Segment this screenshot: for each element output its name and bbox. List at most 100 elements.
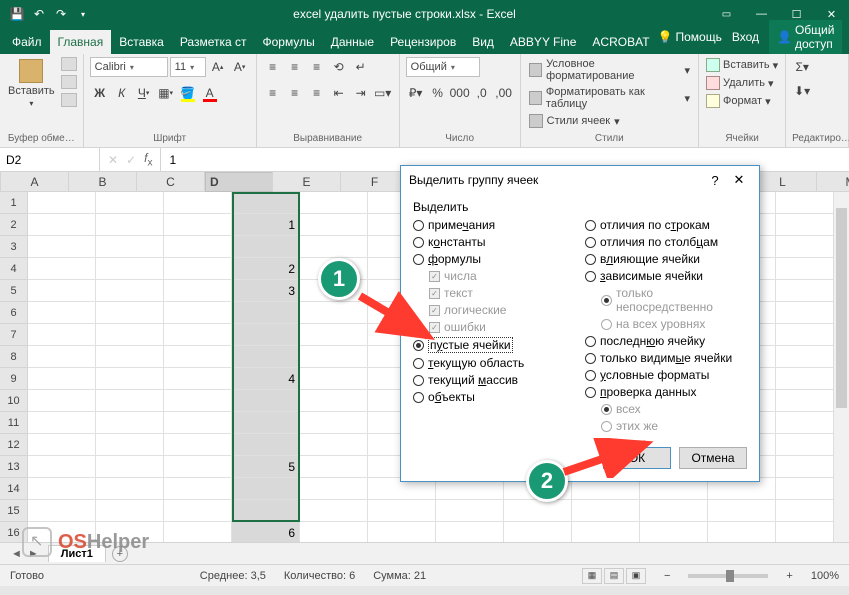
cell-A10[interactable]	[28, 390, 96, 412]
tab-acrobat[interactable]: ACROBAT	[584, 30, 657, 54]
cell-B13[interactable]	[96, 456, 164, 478]
cell-J15[interactable]	[640, 500, 708, 522]
cell-E15[interactable]	[300, 500, 368, 522]
cell-C1[interactable]	[164, 192, 232, 214]
cell-H15[interactable]	[504, 500, 572, 522]
cell-A11[interactable]	[28, 412, 96, 434]
cell-E11[interactable]	[300, 412, 368, 434]
ok-button[interactable]: ОК	[603, 447, 671, 469]
cell-styles-button[interactable]: Стили ячеек ▾	[527, 113, 622, 129]
cell-E2[interactable]	[300, 214, 368, 236]
cell-B2[interactable]	[96, 214, 164, 236]
row-header-13[interactable]: 13	[0, 456, 28, 478]
col-header-D[interactable]: D	[205, 172, 273, 192]
cell-A8[interactable]	[28, 346, 96, 368]
border-button[interactable]: ▦▾	[156, 83, 176, 103]
align-center-icon[interactable]: ≡	[285, 83, 305, 103]
row-header-1[interactable]: 1	[0, 192, 28, 214]
bold-button[interactable]: Ж	[90, 83, 110, 103]
cell-A4[interactable]	[28, 258, 96, 280]
cell-E16[interactable]	[300, 522, 368, 542]
tab-layout[interactable]: Разметка ст	[172, 30, 255, 54]
cell-C8[interactable]	[164, 346, 232, 368]
cell-G16[interactable]	[436, 522, 504, 542]
col-header-F[interactable]: F	[341, 172, 409, 191]
cell-B12[interactable]	[96, 434, 164, 456]
cell-B1[interactable]	[96, 192, 164, 214]
decrease-decimal-icon[interactable]: ,00	[494, 83, 514, 103]
cell-A6[interactable]	[28, 302, 96, 324]
col-header-E[interactable]: E	[273, 172, 341, 191]
orientation-icon[interactable]: ⟲	[329, 57, 349, 77]
fill-color-button[interactable]: 🪣	[178, 83, 198, 103]
opt-last-cell[interactable]: последнюю ячейку	[585, 334, 747, 348]
col-header-C[interactable]: C	[137, 172, 205, 191]
cell-D14[interactable]	[232, 478, 300, 500]
cell-E14[interactable]	[300, 478, 368, 500]
cell-E1[interactable]	[300, 192, 368, 214]
cell-C7[interactable]	[164, 324, 232, 346]
cell-B7[interactable]	[96, 324, 164, 346]
align-bottom-icon[interactable]: ≡	[307, 57, 327, 77]
cell-C11[interactable]	[164, 412, 232, 434]
copy-icon[interactable]	[61, 75, 77, 89]
col-header-B[interactable]: B	[69, 172, 137, 191]
cell-C14[interactable]	[164, 478, 232, 500]
name-box[interactable]: D2	[0, 148, 100, 171]
italic-button[interactable]: К	[112, 83, 132, 103]
opt-objects[interactable]: объекты	[413, 390, 575, 404]
format-painter-icon[interactable]	[61, 93, 77, 107]
zoom-out-icon[interactable]: −	[664, 570, 670, 582]
comma-icon[interactable]: 000	[450, 83, 470, 103]
cell-H16[interactable]	[504, 522, 572, 542]
row-header-15[interactable]: 15	[0, 500, 28, 522]
opt-visible[interactable]: только видимые ячейки	[585, 351, 747, 365]
cell-D6[interactable]	[232, 302, 300, 324]
cell-E8[interactable]	[300, 346, 368, 368]
cell-D7[interactable]	[232, 324, 300, 346]
cell-D4[interactable]: 2	[232, 258, 300, 280]
opt-current-region[interactable]: текущую область	[413, 356, 575, 370]
cell-B15[interactable]	[96, 500, 164, 522]
cell-A2[interactable]	[28, 214, 96, 236]
qat-customize-icon[interactable]: ▾	[76, 7, 90, 21]
font-color-button[interactable]: A	[200, 83, 220, 103]
tab-data[interactable]: Данные	[323, 30, 382, 54]
row-header-12[interactable]: 12	[0, 434, 28, 456]
cell-B11[interactable]	[96, 412, 164, 434]
view-break-icon[interactable]: ▣	[626, 568, 646, 584]
cell-D5[interactable]: 3	[232, 280, 300, 302]
autosum-icon[interactable]: Σ▾	[792, 57, 812, 77]
cell-K15[interactable]	[708, 500, 776, 522]
row-header-9[interactable]: 9	[0, 368, 28, 390]
row-header-11[interactable]: 11	[0, 412, 28, 434]
cell-C12[interactable]	[164, 434, 232, 456]
merge-cells-icon[interactable]: ▭▾	[373, 83, 393, 103]
cell-C2[interactable]	[164, 214, 232, 236]
row-header-8[interactable]: 8	[0, 346, 28, 368]
cell-D1[interactable]	[232, 192, 300, 214]
login-link[interactable]: Вход	[732, 30, 759, 44]
redo-icon[interactable]: ↷	[54, 7, 68, 21]
opt-cond-format[interactable]: условные форматы	[585, 368, 747, 382]
cell-C16[interactable]	[164, 522, 232, 542]
row-header-7[interactable]: 7	[0, 324, 28, 346]
cell-E13[interactable]	[300, 456, 368, 478]
cut-icon[interactable]	[61, 57, 77, 71]
row-header-10[interactable]: 10	[0, 390, 28, 412]
cell-A13[interactable]	[28, 456, 96, 478]
tab-formulas[interactable]: Формулы	[255, 30, 323, 54]
align-top-icon[interactable]: ≡	[263, 57, 283, 77]
row-header-14[interactable]: 14	[0, 478, 28, 500]
zoom-in-icon[interactable]: +	[786, 570, 792, 582]
align-left-icon[interactable]: ≡	[263, 83, 283, 103]
cell-D13[interactable]: 5	[232, 456, 300, 478]
cell-K16[interactable]	[708, 522, 776, 542]
increase-decimal-icon[interactable]: ,0	[472, 83, 492, 103]
cancel-formula-icon[interactable]: ✕	[108, 153, 118, 167]
cell-F16[interactable]	[368, 522, 436, 542]
cell-B6[interactable]	[96, 302, 164, 324]
view-normal-icon[interactable]: ▦	[582, 568, 602, 584]
paste-button[interactable]: Вставить ▾	[6, 57, 57, 110]
font-name-select[interactable]: Calibri	[90, 57, 168, 77]
